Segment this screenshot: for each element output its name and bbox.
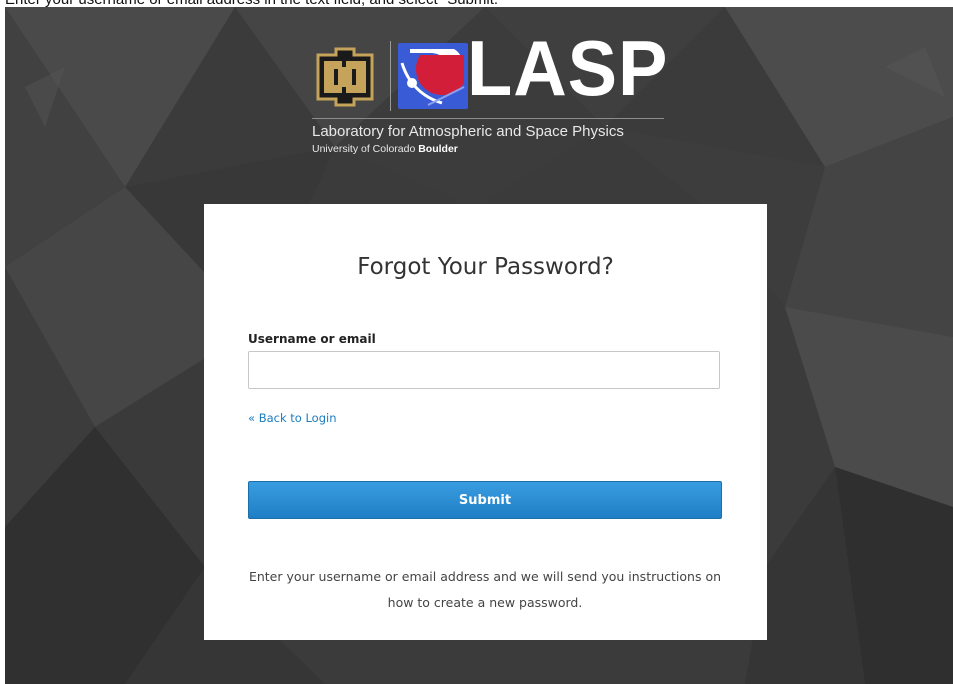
- university-name: University of Colorado Boulder: [312, 143, 458, 155]
- lasp-wordmark: LASP: [467, 24, 669, 112]
- logo-rule: [312, 118, 664, 119]
- help-text: Enter your username or email address and…: [248, 569, 722, 610]
- page-background: LASP Laboratory for Atmospheric and Spac…: [5, 7, 953, 684]
- back-to-login-link[interactable]: « Back to Login: [248, 411, 337, 425]
- cu-logo-icon: [316, 47, 374, 107]
- forgot-password-card: Forgot Your Password? Username or email …: [204, 204, 767, 640]
- lasp-emblem-icon: [398, 43, 468, 109]
- logo-divider: [390, 41, 391, 111]
- university-prefix: University of Colorado: [312, 143, 416, 155]
- submit-button[interactable]: Submit: [248, 481, 722, 519]
- university-campus: Boulder: [418, 143, 458, 155]
- lasp-logo: LASP Laboratory for Atmospheric and Spac…: [312, 29, 667, 171]
- page-title: Forgot Your Password?: [357, 254, 614, 280]
- lab-name: Laboratory for Atmospheric and Space Phy…: [312, 123, 624, 140]
- username-label: Username or email: [248, 332, 376, 346]
- username-input[interactable]: [248, 351, 720, 389]
